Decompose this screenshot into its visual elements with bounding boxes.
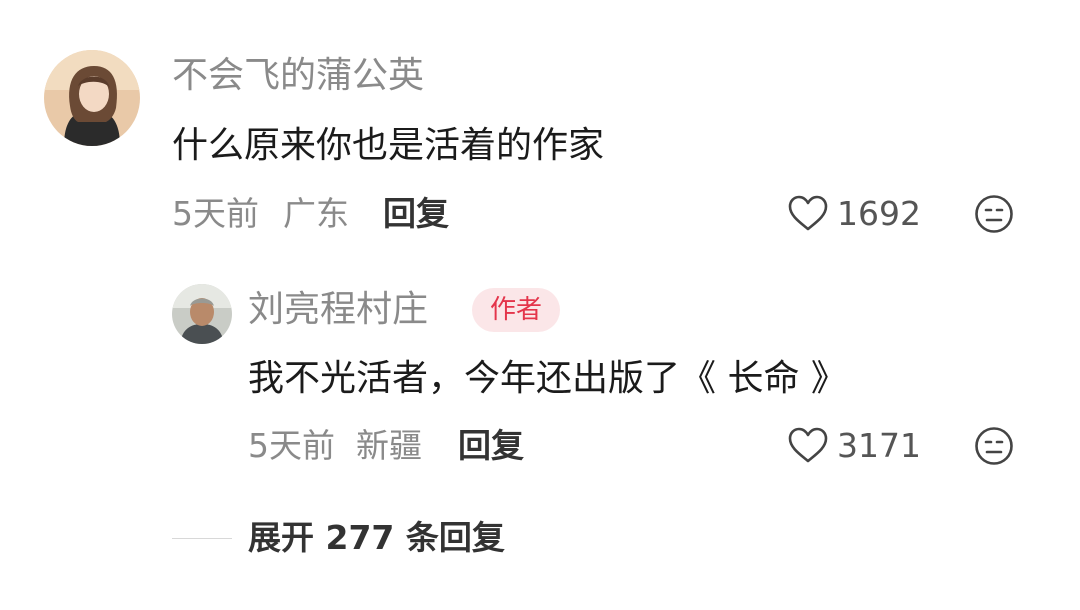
comment-location: 广东 <box>283 194 349 233</box>
comment-content: 什么原来你也是活着的作家 <box>172 125 605 166</box>
comment-avatar[interactable] <box>44 50 140 146</box>
unhappy-face-icon <box>975 427 1013 465</box>
comment-username[interactable]: 不会飞的蒲公英 <box>172 58 424 94</box>
avatar-photo-man-icon <box>172 284 232 344</box>
unhappy-face-icon <box>975 195 1013 233</box>
reply-avatar[interactable] <box>172 284 232 344</box>
reply-reply-button[interactable]: 回复 <box>458 429 524 462</box>
author-badge: 作者 <box>472 288 561 332</box>
reply-content: 我不光活者，今年还出版了《 长命 》 <box>248 358 847 399</box>
comment-time: 5天前 <box>172 194 259 233</box>
reply-like-count: 3171 <box>837 425 921 465</box>
reply-like-button[interactable]: 3171 <box>787 426 921 464</box>
reply-location: 新疆 <box>356 426 422 465</box>
heart-outline-icon <box>788 195 828 231</box>
reply-username[interactable]: 刘亮程村庄 <box>248 292 428 328</box>
reply-time: 5天前 <box>248 426 335 465</box>
comment-reply-button[interactable]: 回复 <box>383 197 449 230</box>
expand-divider <box>172 538 232 539</box>
comment-dislike-button[interactable] <box>974 194 1014 234</box>
expand-replies-button[interactable]: 展开 277 条回复 <box>248 521 505 554</box>
heart-outline-icon <box>788 427 828 463</box>
comment-like-count: 1692 <box>837 193 921 233</box>
comment-like-button[interactable]: 1692 <box>787 194 921 232</box>
avatar-photo-woman-icon <box>44 50 140 146</box>
reply-dislike-button[interactable] <box>974 426 1014 466</box>
